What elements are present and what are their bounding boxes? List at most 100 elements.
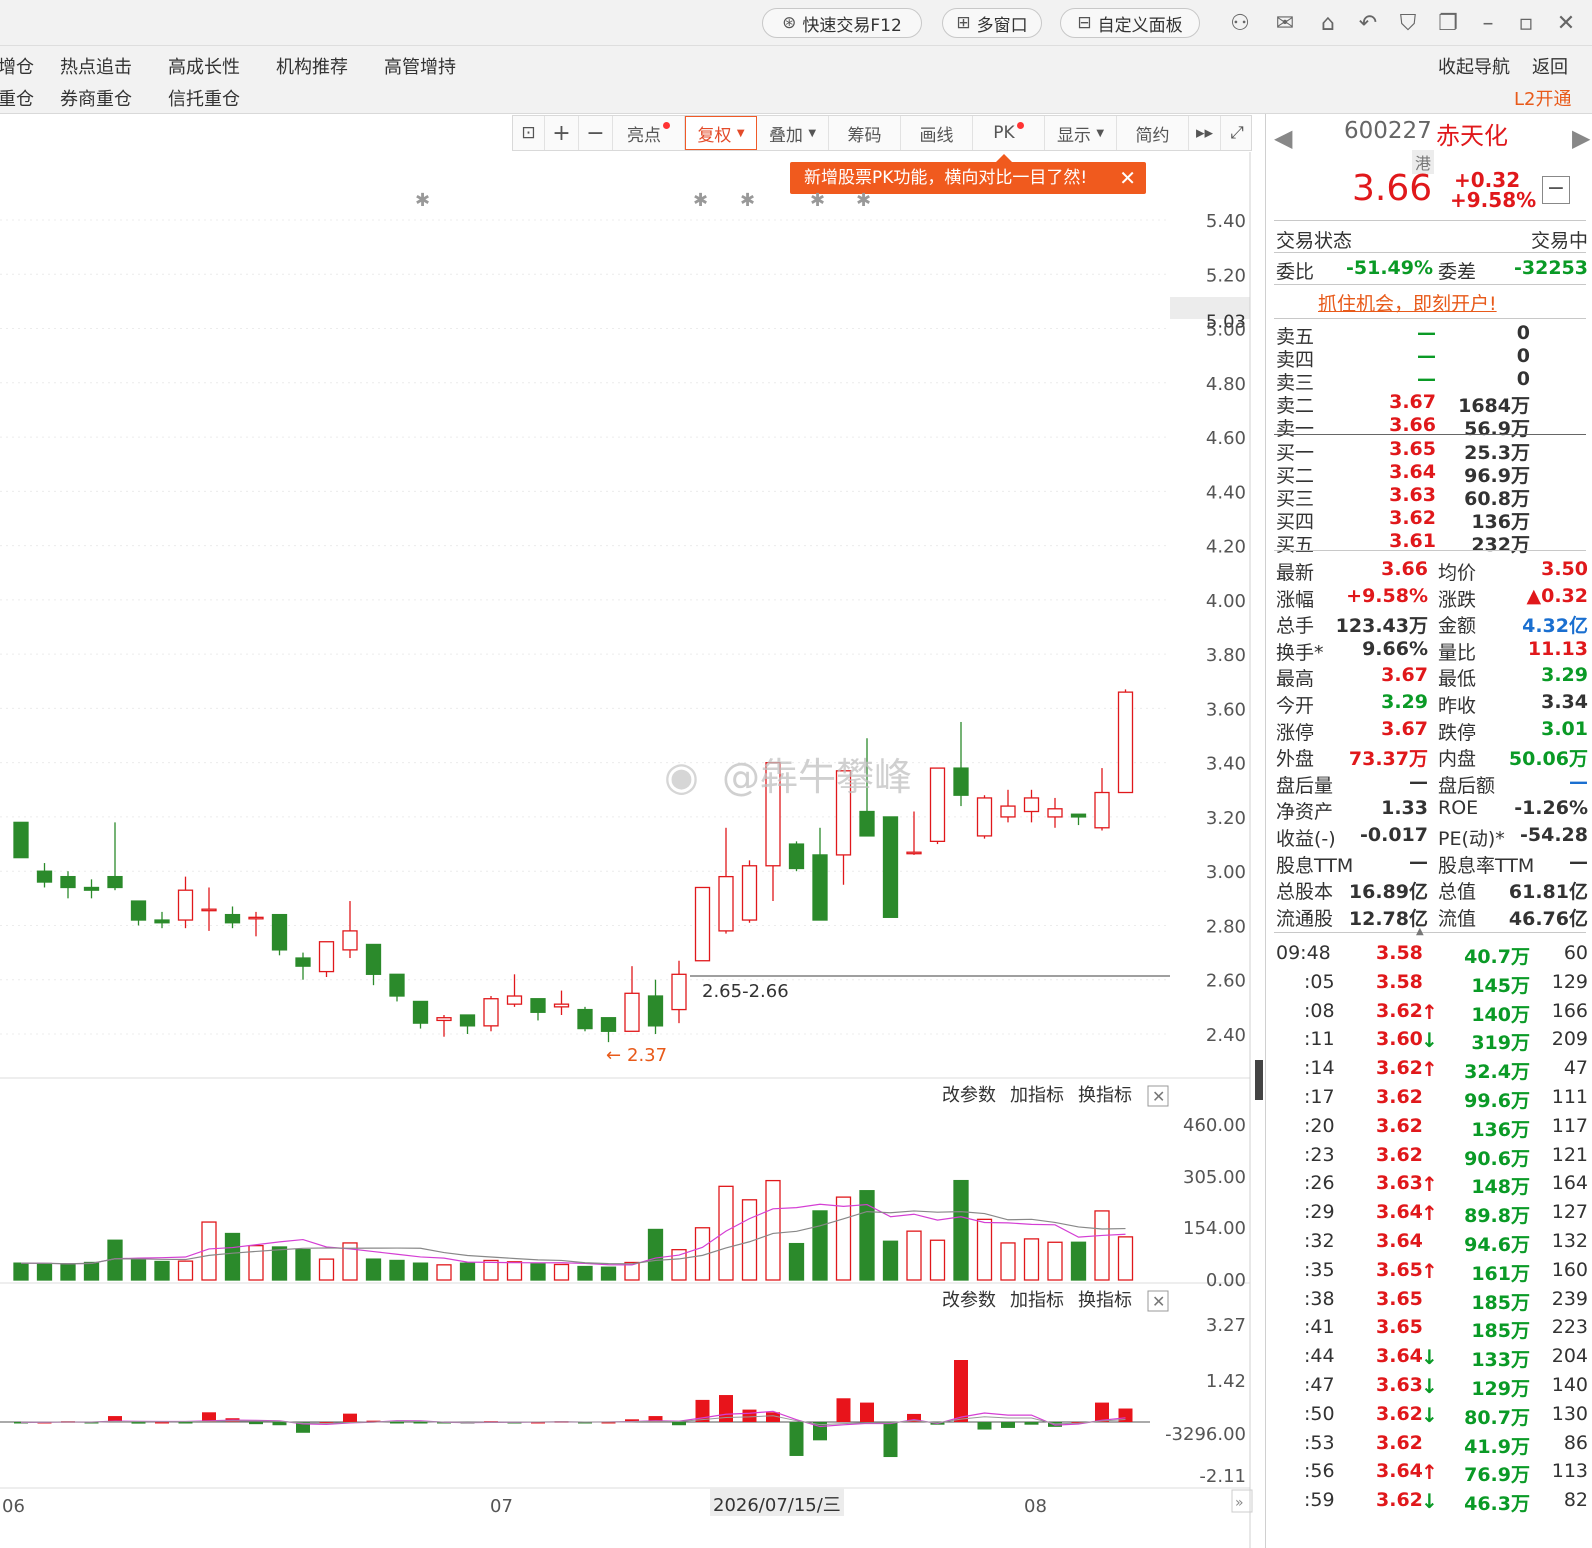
- prev-stock-icon[interactable]: ◀: [1274, 124, 1292, 152]
- highlight-button[interactable]: 亮点: [613, 116, 685, 150]
- stat-value: —: [1409, 850, 1428, 873]
- add-indicator-button[interactable]: 加指标: [1010, 1085, 1064, 1106]
- book-row[interactable]: 卖一 3.66 56.9万: [1276, 414, 1588, 441]
- tick-volume: 185万: [1471, 1291, 1530, 1314]
- tick-price: 3.62: [1376, 999, 1423, 1022]
- tick-row: 09:48 3.58 40.7万 60: [1276, 942, 1588, 970]
- event-star-icon: ✱: [856, 190, 871, 211]
- quick-trade-button[interactable]: ⊛ 快速交易F12: [762, 8, 922, 38]
- switch-indicator-button[interactable]: 换指标: [1078, 1085, 1132, 1106]
- book-row[interactable]: 净资产 1.33 ROE -1.26%: [1276, 797, 1588, 824]
- collapse-nav-button[interactable]: 收起导航: [1438, 53, 1510, 79]
- book-row[interactable]: 今开 3.29 昨收 3.34: [1276, 691, 1588, 718]
- book-row[interactable]: 总股本 16.89亿 总值 61.81亿: [1276, 877, 1588, 904]
- book-row[interactable]: 最新 3.66 均价 3.50: [1276, 558, 1588, 585]
- chips-button[interactable]: 筹码: [829, 116, 901, 150]
- candle-body: [412, 1000, 429, 1024]
- book-row[interactable]: 收益(-) -0.017 PE(动)* -54.28: [1276, 824, 1588, 851]
- candle-body: [130, 900, 147, 921]
- zoom-out-icon[interactable]: −: [579, 116, 613, 150]
- book-row[interactable]: 涨幅 +9.58% 涨跌 ▲0.32: [1276, 585, 1588, 612]
- tick-count: 223: [1551, 1316, 1588, 1339]
- book-row[interactable]: 换手* 9.66% 量比 11.13: [1276, 638, 1588, 665]
- candle-body: [859, 810, 875, 837]
- tick-row: :17 3.62 99.6万 111: [1276, 1086, 1588, 1114]
- nav-item-zengcang[interactable]: 增仓: [0, 53, 34, 79]
- nav-item-hot[interactable]: 热点追击: [60, 53, 132, 79]
- book-row[interactable]: 股息TTM — 股息率TTM —: [1276, 851, 1588, 878]
- custom-panel-button[interactable]: ⊟ 自定义面板: [1060, 8, 1200, 38]
- volume-bar: [953, 1179, 969, 1281]
- collapse-icon[interactable]: −: [1542, 176, 1570, 204]
- price-tick: 3.20: [1206, 808, 1246, 829]
- tick-row: :35 3.65 161万 160 ↑: [1276, 1259, 1588, 1287]
- candle-body: [577, 1008, 593, 1030]
- pk-button[interactable]: PK: [973, 116, 1045, 150]
- undo-icon[interactable]: ↶: [1354, 10, 1382, 38]
- candle-body: [647, 995, 664, 1027]
- book-row[interactable]: 涨停 3.67 跌停 3.01: [1276, 718, 1588, 745]
- stat-label: 涨跌: [1438, 588, 1477, 611]
- collapse-sidebar-handle[interactable]: [1255, 1060, 1263, 1100]
- book-row[interactable]: 盘后量 — 盘后额 —: [1276, 771, 1588, 798]
- maximize-icon[interactable]: ▫: [1512, 10, 1540, 38]
- volume-bar: [553, 1263, 570, 1281]
- back-button[interactable]: 返回: [1532, 53, 1568, 79]
- book-row[interactable]: 买五 3.61 232万: [1276, 530, 1588, 557]
- book-row[interactable]: 总手 123.43万 金额 4.32亿: [1276, 611, 1588, 638]
- draw-line-button[interactable]: 画线: [901, 116, 973, 150]
- nav-item-institution[interactable]: 机构推荐: [276, 53, 348, 79]
- nav-item-broker[interactable]: 券商重仓: [60, 85, 132, 111]
- display-button[interactable]: 显示 ▼: [1045, 116, 1117, 150]
- book-row[interactable]: 外盘 73.37万 内盘 50.06万: [1276, 744, 1588, 771]
- mail-icon[interactable]: ✉: [1271, 10, 1299, 38]
- book-row[interactable]: 流通股 12.78亿 流值 46.76亿: [1276, 904, 1588, 931]
- volume-bar: [1094, 1210, 1110, 1281]
- tick-volume: 136万: [1471, 1118, 1530, 1141]
- volume-bar: [835, 1196, 852, 1281]
- add-indicator-button[interactable]: 加指标: [1010, 1290, 1064, 1311]
- nav-item-executive[interactable]: 高管增持: [384, 53, 456, 79]
- candle-body: [788, 843, 805, 870]
- arrow-down-icon: ↓: [1421, 1028, 1438, 1053]
- collapse-stats-icon[interactable]: ▲: [1416, 926, 1424, 937]
- stat-value: 11.13: [1527, 637, 1588, 660]
- fullscreen-icon[interactable]: ⤢: [1221, 116, 1253, 150]
- price-tick: 5.20: [1206, 265, 1246, 286]
- zoom-in-icon[interactable]: +: [545, 116, 579, 150]
- stat-label: 最新: [1276, 562, 1315, 584]
- candle-body: [60, 875, 76, 889]
- home-icon[interactable]: ⌂: [1314, 10, 1342, 38]
- change-params-button[interactable]: 改参数: [942, 1290, 996, 1311]
- book-row[interactable]: 最高 3.67 最低 3.29: [1276, 664, 1588, 691]
- nav-item-zhongcang[interactable]: 重仓: [0, 85, 34, 111]
- change-params-button[interactable]: 改参数: [942, 1085, 996, 1106]
- restore-rights-button[interactable]: 复权 ▼: [685, 116, 757, 150]
- candle-body: [1000, 805, 1016, 818]
- price-tick: 4.20: [1206, 537, 1246, 558]
- user-icon[interactable]: ⚇: [1226, 10, 1254, 38]
- l2-open-link[interactable]: L2开通: [1514, 85, 1571, 111]
- minimize-icon[interactable]: –: [1474, 10, 1502, 38]
- multi-window-button[interactable]: ⊞ 多窗口: [942, 8, 1042, 38]
- stock-app-window: ⊛ 快速交易F12 ⊞ 多窗口 ⊟ 自定义面板 ⚇ ✉ ⌂ ↶ ⛉ ❐ – ▫ ✕ 增…: [0, 0, 1592, 1548]
- tick-time: :20: [1304, 1114, 1335, 1137]
- forward-icon[interactable]: ▸▸: [1189, 116, 1221, 150]
- kline-chart[interactable]: 5.405.205.035.004.804.604.404.204.003.80…: [0, 152, 1265, 1548]
- macd-tick: -2.11: [1199, 1466, 1246, 1487]
- lock-icon[interactable]: ⊡: [513, 116, 545, 150]
- macd-bar: [131, 1422, 146, 1424]
- simple-button[interactable]: 简约: [1117, 116, 1189, 150]
- nav-item-growth[interactable]: 高成长性: [168, 53, 240, 79]
- tick-time: :38: [1304, 1287, 1335, 1310]
- switch-indicator-button[interactable]: 换指标: [1078, 1290, 1132, 1311]
- dropdown-icon: ▼: [736, 127, 745, 139]
- shirt-icon[interactable]: ⛉: [1394, 10, 1422, 38]
- stat-label: 跌停: [1438, 721, 1477, 744]
- next-stock-icon[interactable]: ▶: [1572, 124, 1590, 152]
- nav-item-trust[interactable]: 信托重仓: [168, 85, 240, 111]
- window-icon[interactable]: ❐: [1434, 10, 1462, 38]
- close-icon[interactable]: ✕: [1552, 10, 1580, 38]
- open-account-link[interactable]: 抓住机会，即刻开户!: [1318, 289, 1497, 316]
- overlay-button[interactable]: 叠加 ▼: [757, 116, 829, 150]
